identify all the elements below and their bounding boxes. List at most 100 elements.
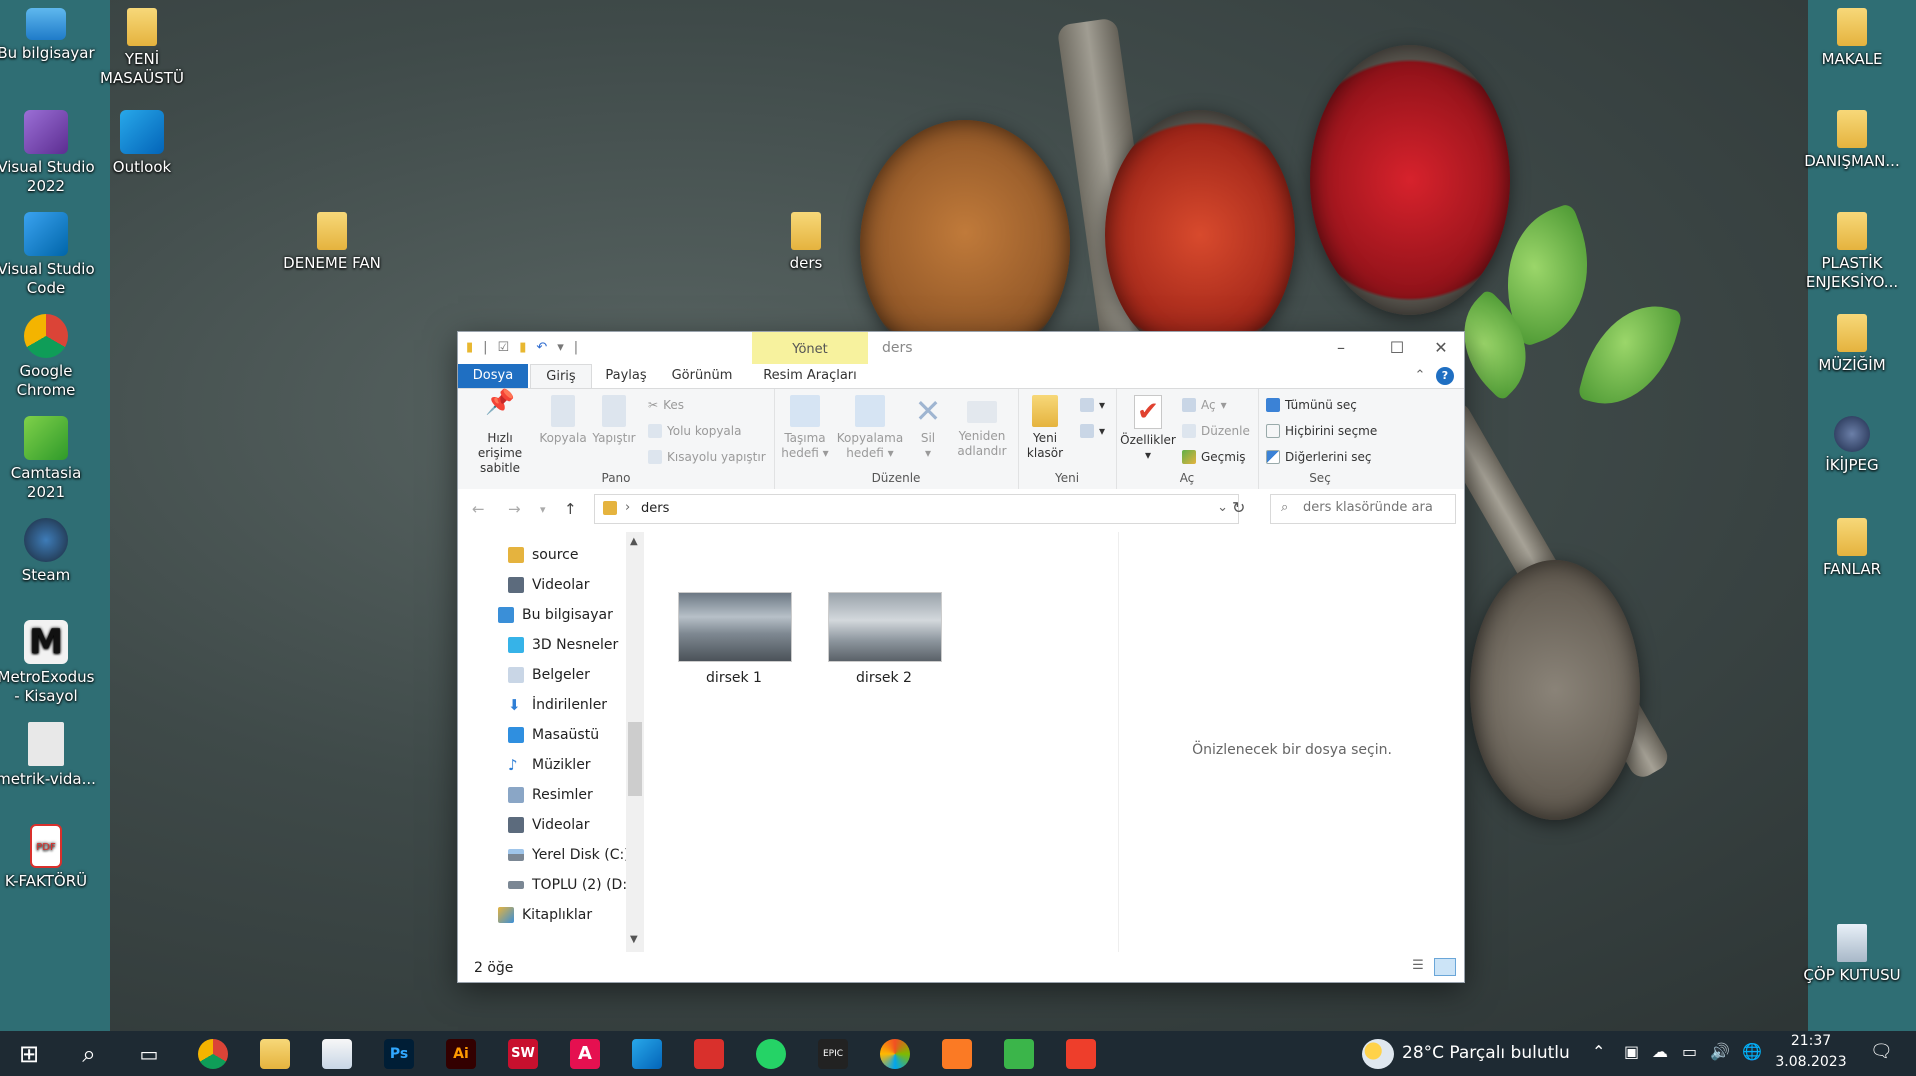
copy-button[interactable]: Kopyala [538, 393, 588, 446]
new-folder-button[interactable]: Yeni klasör [1020, 393, 1070, 461]
cut-button[interactable]: ✂ Kes [648, 395, 684, 415]
desktop-icon-ikijpeg[interactable]: İKİJPEG [1802, 416, 1902, 475]
desktop-icon-steam[interactable]: Steam [0, 518, 96, 585]
tab-home[interactable]: Giriş [530, 364, 592, 389]
delete-button[interactable]: ✕ Sil ▾ [908, 393, 948, 461]
desktop-icon-chrome[interactable]: Google Chrome [0, 314, 96, 400]
collapse-ribbon-icon[interactable]: ⌃ [1410, 364, 1430, 388]
history-button[interactable]: Geçmiş [1182, 447, 1246, 467]
scroll-up-icon[interactable]: ▲ [630, 536, 638, 547]
start-icon[interactable]: ⊞ [14, 1039, 44, 1069]
camtasia-icon[interactable] [1004, 1039, 1034, 1069]
desktop-icon-metro-exodus[interactable]: M MetroExodus - Kisayol [0, 620, 96, 706]
edit-button[interactable]: Düzenle [1182, 421, 1250, 441]
tab-picture-tools[interactable]: Resim Araçları [752, 364, 868, 388]
search-input[interactable] [1301, 499, 1455, 516]
address-dropdown-chevron-icon[interactable]: ⌄ [1217, 500, 1228, 515]
chevron-down-icon[interactable]: ▾ [557, 340, 564, 355]
show-hidden-icons-chevron-icon[interactable]: ⌃ [1592, 1042, 1605, 1061]
whatsapp-icon[interactable] [756, 1039, 786, 1069]
help-icon[interactable]: ? [1436, 367, 1454, 385]
desktop-icon-yeni-masaustu[interactable]: YENİ MASAÜSTÜ [92, 8, 192, 88]
desktop-icon-camtasia[interactable]: Camtasia 2021 [0, 416, 96, 502]
tab-view[interactable]: Görünüm [662, 364, 742, 388]
recent-locations-chevron-icon[interactable]: ▾ [540, 503, 546, 516]
back-button[interactable]: ← [472, 500, 485, 518]
store-icon[interactable] [322, 1039, 352, 1069]
desktop-icon-makale[interactable]: MAKALE [1802, 8, 1902, 69]
minimize-button[interactable]: – [1318, 332, 1364, 364]
search-icon[interactable]: ⌕ [74, 1039, 104, 1069]
scroll-down-icon[interactable]: ▼ [630, 934, 638, 945]
pin-quick-access-button[interactable]: 📌 Hızlı erişime sabitle [464, 390, 536, 476]
photoshop-icon[interactable]: Ps [384, 1039, 414, 1069]
rename-button[interactable]: Yeniden adlandır [950, 393, 1014, 459]
tree-item-drive-c[interactable]: Yerel Disk (C:) [508, 840, 630, 870]
copy-path-button[interactable]: Yolu kopyala [648, 421, 741, 441]
clock-time[interactable]: 21:37 [1780, 1033, 1842, 1049]
desktop-icon-deneme-fan[interactable]: DENEME FAN [282, 212, 382, 273]
desktop-icon-plastik[interactable]: PLASTİK ENJEKSİYO... [1802, 212, 1902, 292]
tree-item-source[interactable]: source [508, 540, 579, 570]
clock-date[interactable]: 3.08.2023 [1774, 1054, 1848, 1070]
tab-file[interactable]: Dosya [458, 364, 528, 388]
details-view-icon[interactable]: ☰ [1408, 958, 1428, 976]
illustrator-icon[interactable]: Ai [446, 1039, 476, 1069]
epic-games-icon[interactable]: EPIC [818, 1039, 848, 1069]
properties-icon[interactable]: ☑ [498, 340, 510, 355]
tree-item-pictures[interactable]: Resimler [508, 780, 593, 810]
address-bar[interactable]: › ders ⌄ [594, 494, 1239, 524]
weather-icon[interactable] [1362, 1039, 1394, 1069]
notifications-icon[interactable]: 🗨 [1870, 1041, 1893, 1062]
select-none-button[interactable]: Hiçbirini seçme [1266, 421, 1377, 441]
desktop-icon-outlook[interactable]: Outlook [92, 110, 192, 177]
easy-access-button[interactable]: ▾ [1080, 421, 1105, 441]
camtasia-recorder-icon[interactable] [1066, 1039, 1096, 1069]
webcam-icon[interactable]: ▣ [1624, 1042, 1639, 1061]
desktop-icon-visual-studio-2022[interactable]: Visual Studio 2022 [0, 110, 96, 196]
volume-icon[interactable]: 🔊 [1710, 1042, 1730, 1061]
file-explorer-icon[interactable] [260, 1039, 290, 1069]
battery-icon[interactable]: ▭ [1682, 1042, 1697, 1061]
paste-shortcut-button[interactable]: Kısayolu yapıştır [648, 447, 766, 467]
autocad-icon[interactable]: A [570, 1039, 600, 1069]
refresh-icon[interactable]: ↻ [1232, 498, 1245, 517]
new-item-button[interactable]: ▾ [1080, 395, 1105, 415]
select-all-button[interactable]: Tümünü seç [1266, 395, 1357, 415]
desktop-icon-k-faktoru[interactable]: PDF K-FAKTÖRÜ [0, 824, 96, 891]
outlook-icon[interactable] [632, 1039, 662, 1069]
onedrive-icon[interactable]: ☁ [1652, 1042, 1668, 1061]
xampp-icon[interactable] [942, 1039, 972, 1069]
navigation-scrollbar[interactable]: ▲ ▼ [626, 532, 644, 952]
network-globe-icon[interactable]: 🌐 [1742, 1042, 1762, 1061]
paste-button[interactable]: Yapıştır [588, 393, 640, 446]
tree-item-this-pc[interactable]: Bu bilgisayar [498, 600, 613, 630]
undo-icon[interactable]: ↶ [536, 340, 547, 355]
desktop-icon-danisman[interactable]: DANIŞMAN... [1802, 110, 1902, 171]
tree-item-videolar-2[interactable]: Videolar [508, 810, 589, 840]
search-box[interactable]: ⌕ [1270, 494, 1456, 524]
weather-text[interactable]: 28°C Parçalı bulutlu [1402, 1043, 1570, 1063]
tree-item-libraries[interactable]: Kitaplıklar [498, 900, 592, 930]
desktop-icon-metrik-vida[interactable]: metrik-vida... [0, 722, 96, 789]
open-button[interactable]: Aç ▾ [1182, 395, 1227, 415]
invert-selection-button[interactable]: Diğerlerini seç [1266, 447, 1371, 467]
scrollbar-thumb[interactable] [628, 722, 642, 796]
breadcrumb-path[interactable]: ders [641, 501, 669, 516]
up-button[interactable]: ↑ [564, 500, 577, 518]
new-folder-icon[interactable]: ▮ [519, 340, 526, 355]
tab-manage-context[interactable]: Yönet [752, 332, 868, 364]
tree-item-music[interactable]: ♪ Müzikler [508, 750, 591, 780]
properties-button[interactable]: ✔ Özellikler ▾ [1118, 393, 1178, 463]
solidworks-tools-icon[interactable] [694, 1039, 724, 1069]
desktop-icon-fanlar[interactable]: FANLAR [1802, 518, 1902, 579]
tree-item-videolar[interactable]: Videolar [508, 570, 589, 600]
move-to-button[interactable]: Taşıma hedefi ▾ [776, 393, 834, 461]
paint-icon[interactable] [880, 1039, 910, 1069]
large-icons-view-icon[interactable] [1434, 958, 1456, 976]
desktop-icon-vscode[interactable]: Visual Studio Code [0, 212, 96, 298]
solidworks-icon[interactable]: SW [508, 1039, 538, 1069]
tree-item-desktop[interactable]: Masaüstü [508, 720, 599, 750]
maximize-button[interactable]: ☐ [1374, 332, 1420, 364]
tree-item-3d-objects[interactable]: 3D Nesneler [508, 630, 618, 660]
